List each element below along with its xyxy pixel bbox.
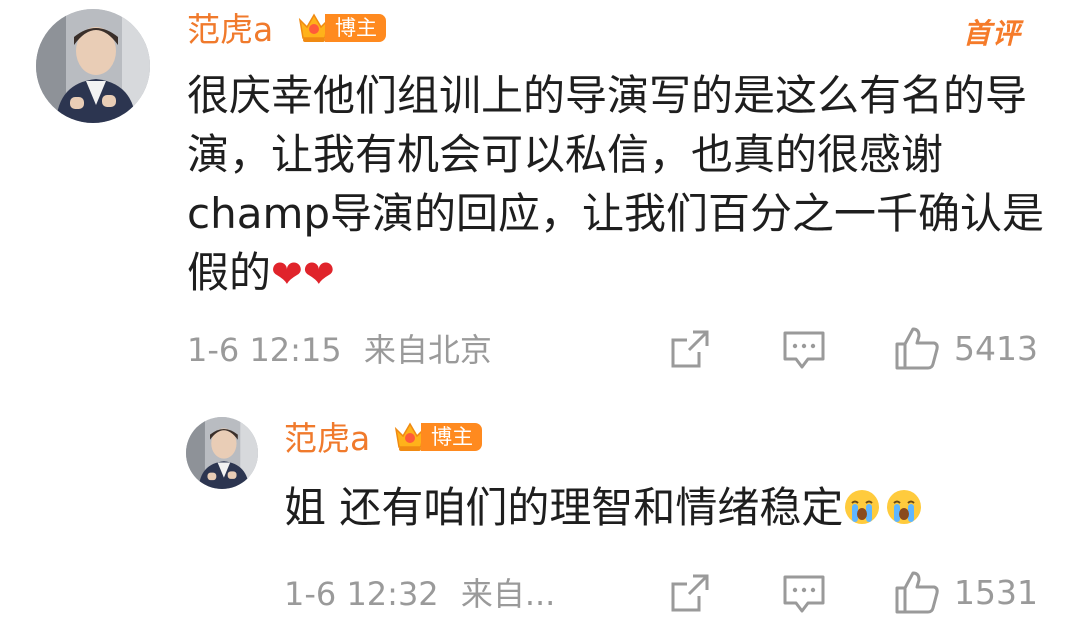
- first-comment-label: 首评: [963, 17, 1022, 50]
- heart-emoji: ❤❤: [271, 252, 335, 296]
- comment-icon: [783, 331, 825, 369]
- share-icon: [671, 330, 709, 368]
- comment-time: 1-6 12:15: [187, 331, 342, 369]
- reply-blogger-badge: 博主: [393, 422, 482, 452]
- share-icon: [671, 574, 709, 612]
- author-name[interactable]: 范虎a: [187, 10, 273, 50]
- author-avatar[interactable]: [36, 9, 150, 123]
- reply-like-button[interactable]: 1531: [894, 570, 1038, 614]
- comment-location: 来自北京: [363, 331, 492, 369]
- reply-body: 姐 还有咱们的理智和情绪稳定: [284, 483, 844, 532]
- like-button[interactable]: 5413: [894, 326, 1038, 370]
- loudly-crying-face-icon: [887, 490, 922, 524]
- comment-icon: [783, 575, 825, 613]
- reply-meta: 1-6 12:32 来自...: [284, 574, 555, 614]
- badge-label: 博主: [325, 14, 386, 42]
- reply-text: 姐 还有咱们的理智和情绪稳定: [284, 478, 1044, 537]
- like-count: 5413: [954, 328, 1038, 368]
- thumbs-up-icon: [895, 327, 939, 370]
- reply-share-button[interactable]: [669, 572, 711, 614]
- blogger-badge: 博主: [297, 13, 386, 43]
- reply-location: 来自...: [460, 575, 556, 613]
- comment-button[interactable]: [782, 330, 826, 372]
- reply-comment-button[interactable]: [782, 574, 826, 616]
- reply-author-name[interactable]: 范虎a: [284, 419, 370, 459]
- reply-like-count: 1531: [954, 572, 1038, 612]
- comment-meta: 1-6 12:15 来自北京: [187, 330, 492, 370]
- reply-time: 1-6 12:32: [284, 575, 439, 613]
- loudly-crying-face-icon: [845, 490, 880, 524]
- comment-text: 很庆幸他们组训上的导演写的是这么有名的导演，让我有机会可以私信，也真的很感谢ch…: [187, 66, 1047, 304]
- thumbs-up-icon: [895, 571, 939, 614]
- reply-author-avatar[interactable]: [186, 417, 258, 489]
- reply-badge-label: 博主: [421, 423, 482, 451]
- share-button[interactable]: [669, 328, 711, 370]
